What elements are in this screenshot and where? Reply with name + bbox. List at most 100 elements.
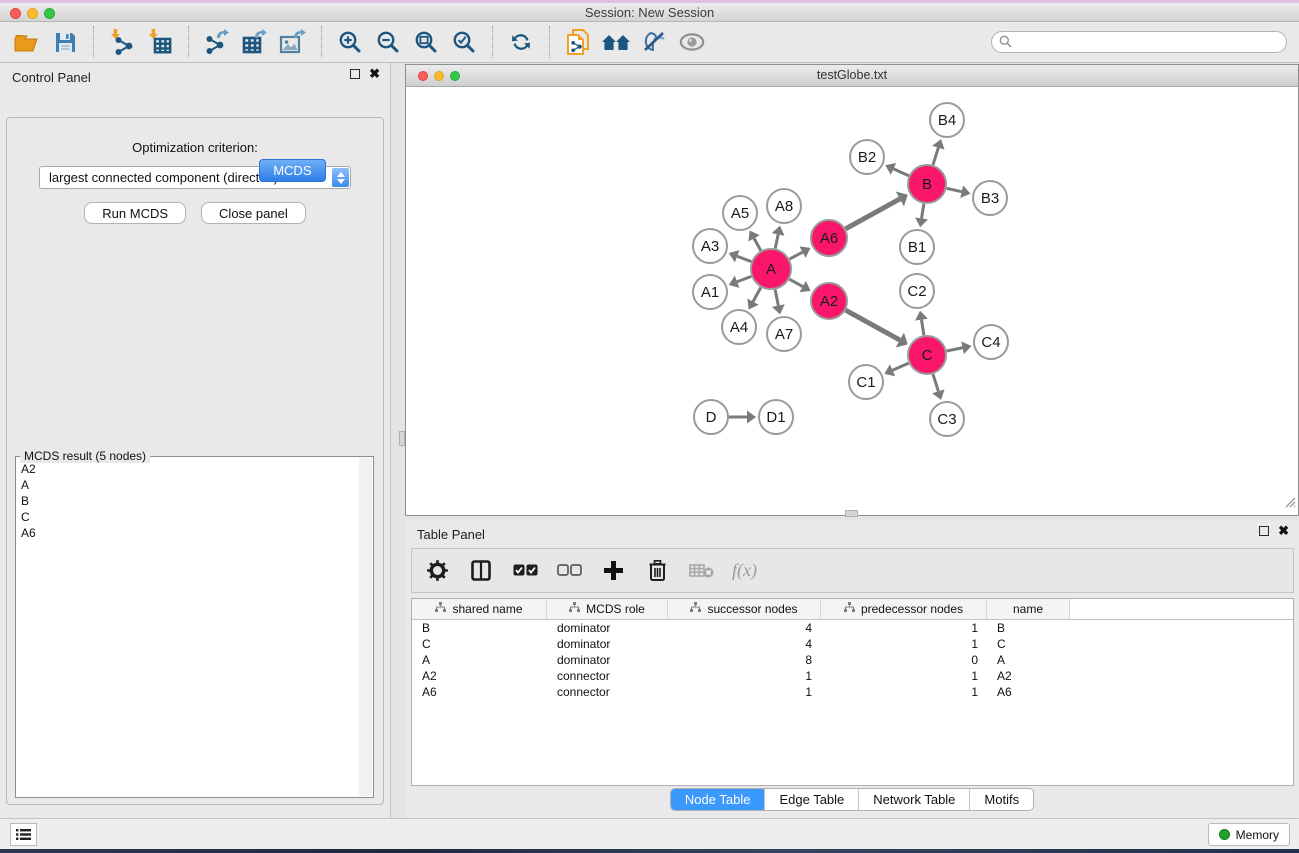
task-history-button[interactable] — [10, 823, 37, 846]
table-cell[interactable]: connector — [547, 684, 668, 700]
column-header-name[interactable]: name — [987, 599, 1070, 619]
table-row[interactable]: Bdominator41B — [412, 620, 1293, 636]
graph-node-B1[interactable]: B1 — [900, 230, 934, 264]
delete-column-icon[interactable] — [644, 558, 670, 584]
table-cell[interactable]: 1 — [821, 684, 987, 700]
hide-graphics-details-icon[interactable] — [635, 25, 673, 59]
table-cell[interactable]: 1 — [668, 684, 821, 700]
graph-node-A2[interactable]: A2 — [811, 283, 847, 319]
edge-C-C1[interactable] — [893, 363, 909, 370]
table-cell[interactable]: A6 — [412, 684, 547, 700]
tab-network-table[interactable]: Network Table — [859, 789, 970, 810]
result-list-item[interactable]: C — [21, 509, 358, 525]
import-network-icon[interactable] — [103, 25, 141, 59]
table-cell[interactable]: connector — [547, 668, 668, 684]
zoom-in-icon[interactable] — [331, 25, 369, 59]
edge-A-A5[interactable] — [754, 238, 761, 250]
network-canvas[interactable]: AA1A2A3A4A5A6A7A8BB1B2B3B4CC1C2C3C4DD1 — [406, 87, 1298, 515]
open-session-icon[interactable] — [8, 25, 46, 59]
edge-A-A2[interactable] — [789, 279, 802, 286]
table-cell[interactable]: 1 — [821, 636, 987, 652]
table-cell[interactable]: A2 — [987, 668, 1070, 684]
table-row[interactable]: A6connector11A6 — [412, 684, 1293, 700]
graph-node-A6[interactable]: A6 — [811, 220, 847, 256]
add-column-icon[interactable] — [600, 558, 626, 584]
table-cell[interactable]: C — [987, 636, 1070, 652]
export-network-icon[interactable] — [198, 25, 236, 59]
refresh-icon[interactable] — [502, 25, 540, 59]
float-panel-icon[interactable] — [350, 69, 360, 79]
edge-C-C3[interactable] — [933, 374, 938, 391]
table-close-panel-icon[interactable]: ✖ — [1278, 526, 1289, 536]
graph-node-D[interactable]: D — [694, 400, 728, 434]
table-cell[interactable]: 1 — [821, 620, 987, 636]
show-graphics-details-icon[interactable] — [673, 25, 711, 59]
close-panel-button[interactable]: Close panel — [201, 202, 306, 224]
table-cell[interactable]: A — [987, 652, 1070, 668]
zoom-fit-icon[interactable] — [407, 25, 445, 59]
table-cell[interactable]: C — [412, 636, 547, 652]
memory-button[interactable]: Memory — [1208, 823, 1290, 846]
save-session-icon[interactable] — [46, 25, 84, 59]
zoom-selected-icon[interactable] — [445, 25, 483, 59]
network-window-titlebar[interactable]: testGlobe.txt — [406, 65, 1298, 87]
table-cell[interactable]: 8 — [668, 652, 821, 668]
edge-B-B2[interactable] — [893, 169, 908, 176]
edge-A-A1[interactable] — [737, 276, 751, 281]
edge-B-B3[interactable] — [947, 188, 962, 191]
table-cell[interactable]: A6 — [987, 684, 1070, 700]
export-image-icon[interactable] — [274, 25, 312, 59]
edge-A-A7[interactable] — [775, 290, 778, 306]
table-row[interactable]: Cdominator41C — [412, 636, 1293, 652]
result-list-item[interactable]: A2 — [21, 461, 358, 477]
export-table-icon[interactable] — [236, 25, 274, 59]
zoom-out-icon[interactable] — [369, 25, 407, 59]
graph-node-C1[interactable]: C1 — [849, 365, 883, 399]
edge-C-C4[interactable] — [947, 348, 963, 351]
left-splitter-handle[interactable] — [399, 431, 405, 446]
column-header-successor-nodes[interactable]: successor nodes — [668, 599, 821, 619]
table-settings-icon[interactable] — [424, 558, 450, 584]
graph-node-A8[interactable]: A8 — [767, 189, 801, 223]
table-cell[interactable]: A2 — [412, 668, 547, 684]
graph-node-A1[interactable]: A1 — [693, 275, 727, 309]
edge-B-B1[interactable] — [922, 204, 924, 219]
result-list-item[interactable]: B — [21, 493, 358, 509]
graph-node-C4[interactable]: C4 — [974, 325, 1008, 359]
graph-node-C3[interactable]: C3 — [930, 402, 964, 436]
column-header-MCDS-role[interactable]: MCDS role — [547, 599, 668, 619]
graph-node-A7[interactable]: A7 — [767, 317, 801, 351]
table-cell[interactable]: dominator — [547, 620, 668, 636]
table-cell[interactable]: B — [412, 620, 547, 636]
graph-node-A5[interactable]: A5 — [723, 196, 757, 230]
tab-mcds[interactable]: MCDS — [259, 159, 325, 182]
table-row[interactable]: Adominator80A — [412, 652, 1293, 668]
result-list-item[interactable]: A6 — [21, 525, 358, 541]
table-cell[interactable]: dominator — [547, 636, 668, 652]
new-network-from-selection-icon[interactable] — [559, 25, 597, 59]
edge-A6-B[interactable] — [846, 199, 900, 229]
edge-B-B4[interactable] — [933, 148, 938, 165]
graph-node-A4[interactable]: A4 — [722, 310, 756, 344]
edge-A-A6[interactable] — [790, 252, 803, 259]
bottom-splitter-handle[interactable] — [845, 510, 858, 517]
resize-grip-icon[interactable] — [1283, 495, 1296, 513]
search-input[interactable] — [991, 31, 1287, 53]
graph-node-A3[interactable]: A3 — [693, 229, 727, 263]
graph-node-C2[interactable]: C2 — [900, 274, 934, 308]
first-neighbors-icon[interactable] — [597, 25, 635, 59]
graph-node-A[interactable]: A — [751, 249, 791, 289]
edge-A-A8[interactable] — [775, 234, 778, 248]
table-cell[interactable]: B — [987, 620, 1070, 636]
table-cell[interactable]: 4 — [668, 620, 821, 636]
edge-A-A3[interactable] — [737, 256, 751, 261]
result-list-scrollbar[interactable] — [359, 458, 372, 796]
import-table-icon[interactable] — [141, 25, 179, 59]
table-cell[interactable]: A — [412, 652, 547, 668]
column-layout-icon[interactable] — [468, 558, 494, 584]
tab-node-table[interactable]: Node Table — [671, 789, 766, 810]
column-header-predecessor-nodes[interactable]: predecessor nodes — [821, 599, 987, 619]
deselect-all-icon[interactable] — [556, 558, 582, 584]
select-all-icon[interactable] — [512, 558, 538, 584]
run-mcds-button[interactable]: Run MCDS — [84, 202, 186, 224]
